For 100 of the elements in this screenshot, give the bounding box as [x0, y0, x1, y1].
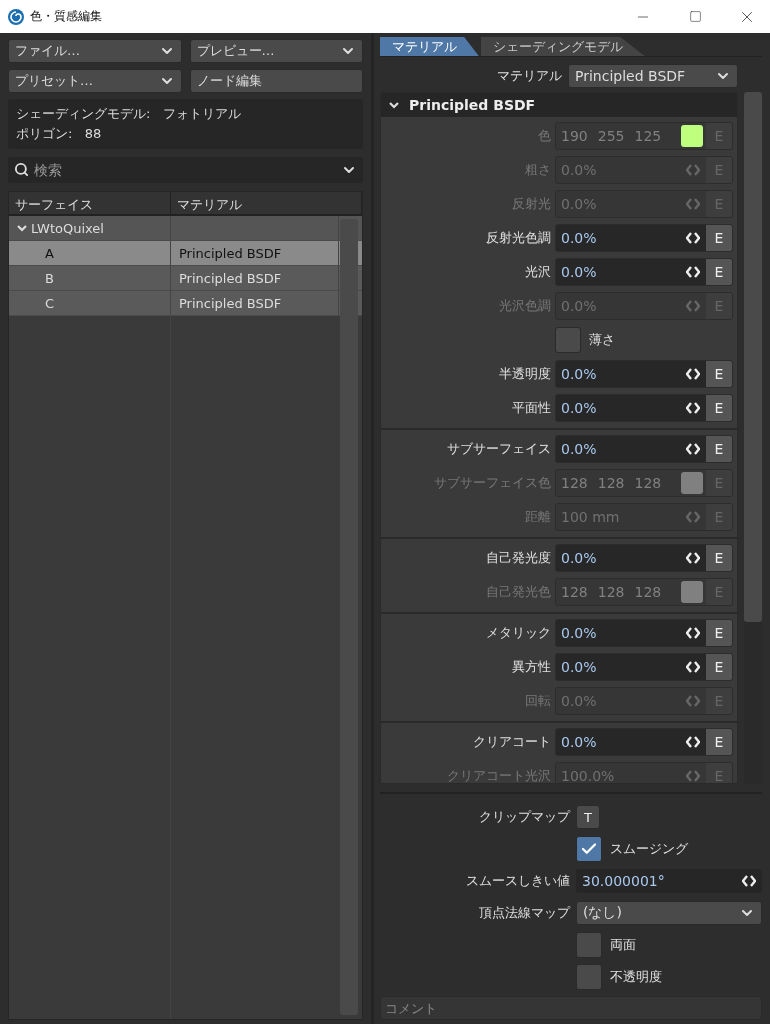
field-value: 0.0% — [560, 230, 598, 246]
field-value: 0.0% — [560, 550, 598, 566]
color-value: 190 — [561, 128, 588, 144]
property-label: 異方性 — [511, 658, 551, 676]
surface-name: B — [45, 270, 54, 286]
window-title: 色・質感編集 — [30, 8, 103, 25]
table-row[interactable]: C Principled BSDF — [9, 291, 362, 316]
menu-dropdown[interactable]: プレビュー… — [189, 39, 363, 63]
property-label: 平面性 — [511, 399, 551, 417]
property-label: 自己発光度 — [485, 549, 551, 567]
envelope-button[interactable]: E — [706, 395, 732, 421]
color-value: 128 — [561, 584, 588, 600]
property-label: 光沢 — [524, 263, 551, 281]
field-value: 0.0% — [560, 693, 598, 709]
field-value: 0.0% — [560, 196, 598, 212]
envelope-button[interactable]: E — [706, 545, 732, 571]
checkbox[interactable] — [576, 964, 602, 990]
color-value: 255 — [597, 128, 625, 144]
number-field[interactable]: 0.0% E — [555, 544, 733, 572]
property-label: 粗さ — [524, 161, 551, 179]
number-field[interactable]: 0.0% E — [555, 728, 733, 756]
table-row[interactable]: B Principled BSDF — [9, 266, 362, 291]
number-field[interactable]: 0.0% E — [555, 394, 733, 422]
field-value: 0.0% — [560, 298, 598, 314]
field-value: 0.0% — [560, 625, 598, 641]
checkbox[interactable] — [555, 327, 581, 353]
menu-dropdown[interactable]: ファイル… — [8, 39, 182, 63]
field-value: 0.0% — [560, 264, 598, 280]
spinner-icon[interactable] — [742, 875, 756, 887]
color-value: 128 — [634, 475, 662, 491]
number-field[interactable]: 0.0% E — [555, 224, 733, 252]
info-text: シェーディングモデル: フォトリアル — [16, 105, 242, 123]
checkbox-label: スムージング — [610, 840, 688, 858]
surface-name: A — [45, 245, 54, 261]
number-field[interactable]: 0.0% E — [555, 360, 733, 388]
tab[interactable]: マテリアル — [380, 37, 479, 57]
color-value: 128 — [634, 584, 662, 600]
number-field[interactable]: 0.0% E — [555, 619, 733, 647]
number-field[interactable]: 30.000001° — [576, 869, 762, 893]
envelope-button[interactable]: E — [706, 361, 732, 387]
checkbox-label: 両面 — [610, 936, 636, 954]
color-value: 128 — [597, 584, 625, 600]
property-label: クリアコート — [472, 733, 551, 751]
field-value: 30.000001° — [582, 873, 665, 889]
number-field[interactable]: 0.0% E — [555, 435, 733, 463]
number-field[interactable]: 0.0% E — [555, 653, 733, 681]
table-row[interactable]: A Principled BSDF — [9, 241, 362, 266]
property-label: スムースしきい値 — [465, 872, 570, 890]
property-label: 距離 — [524, 508, 551, 526]
property-label: 光沢色調 — [498, 297, 551, 315]
search-field[interactable]: 検索 — [8, 157, 363, 183]
section-header[interactable]: Principled BSDF — [381, 93, 737, 117]
checkbox[interactable] — [576, 836, 602, 862]
chevron-down-icon — [17, 223, 27, 233]
info-text: ポリゴン: 88 — [16, 125, 103, 143]
property-label: 自己発光色 — [485, 583, 551, 601]
material-name: Principled BSDF — [179, 270, 282, 286]
property-label: 反射光 — [511, 195, 551, 213]
property-label: 頂点法線マップ — [478, 904, 570, 922]
field-value: 0.0% — [560, 659, 598, 675]
material-name: Principled BSDF — [179, 295, 282, 311]
field-value: 0.0% — [560, 734, 598, 750]
envelope-button[interactable]: E — [706, 729, 732, 755]
property-label: 反射光色調 — [485, 229, 551, 247]
field-value: 0.0% — [560, 441, 598, 457]
checkbox-label: 薄さ — [589, 331, 615, 349]
field-value: 0.0% — [560, 162, 598, 178]
material-dropdown[interactable]: Principled BSDF — [568, 63, 738, 88]
envelope-button[interactable]: E — [706, 259, 732, 285]
property-label: メタリック — [485, 624, 551, 642]
property-label: クリップマップ — [478, 808, 570, 826]
property-label: 半透明度 — [498, 365, 551, 383]
menu-dropdown[interactable]: プリセット… — [8, 69, 182, 93]
property-label: 色 — [537, 127, 551, 145]
texture-button[interactable]: T — [576, 805, 600, 829]
search-icon — [14, 162, 29, 177]
field-value: 0.0% — [560, 400, 598, 416]
color-value: 125 — [634, 128, 662, 144]
app-logo-icon — [8, 8, 24, 25]
chevron-down-icon — [389, 100, 399, 110]
color-value: 128 — [561, 475, 588, 491]
checkbox[interactable] — [576, 932, 602, 958]
envelope-button[interactable]: E — [706, 436, 732, 462]
tab[interactable]: シェーディングモデル — [481, 37, 645, 57]
comment-field[interactable]: コメント — [380, 996, 762, 1020]
number-field[interactable]: 0.0% E — [555, 258, 733, 286]
field-value: 100 mm — [560, 509, 621, 525]
envelope-button[interactable]: E — [706, 620, 732, 646]
envelope-button[interactable]: E — [706, 225, 732, 251]
envelope-button[interactable]: E — [706, 654, 732, 680]
field-value: 100.0% — [560, 768, 616, 783]
material-name: Principled BSDF — [179, 245, 282, 261]
normal-map-dropdown[interactable]: (なし) — [576, 901, 762, 925]
field-value: 0.0% — [560, 366, 598, 382]
property-label: サブサーフェイス — [446, 440, 551, 458]
maximize-icon[interactable] — [688, 10, 702, 23]
node-editor-button[interactable]: ノード編集 — [189, 69, 363, 93]
group-row[interactable]: LWtoQuixel — [9, 216, 362, 241]
checkbox-label: 不透明度 — [610, 968, 662, 986]
material-label: マテリアル — [497, 66, 562, 85]
